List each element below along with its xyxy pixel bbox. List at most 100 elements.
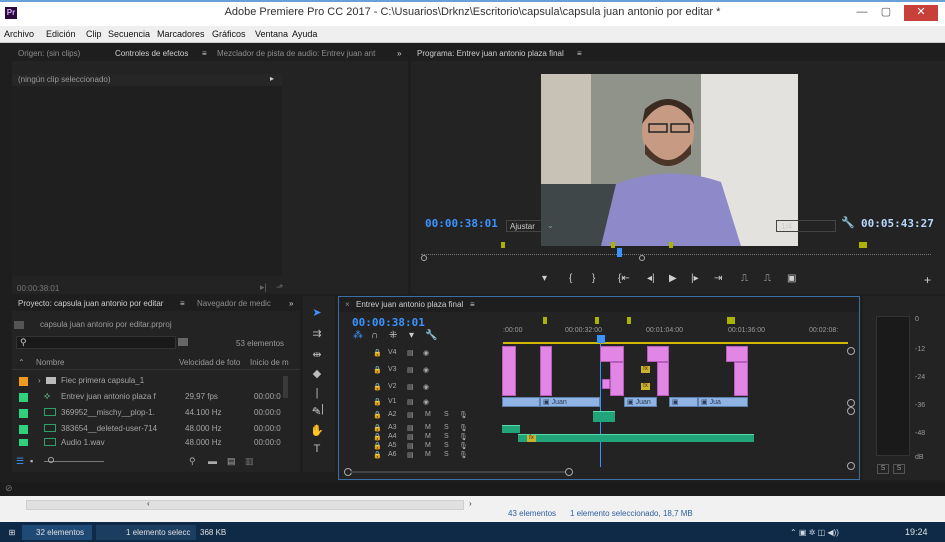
minimize-icon[interactable]: — bbox=[851, 5, 873, 21]
audio-clip[interactable] bbox=[518, 434, 754, 442]
timeline-menu-icon[interactable]: ≡ bbox=[470, 300, 475, 309]
eye-icon[interactable]: ◉ bbox=[423, 349, 429, 357]
eye-icon[interactable]: ◉ bbox=[423, 366, 429, 374]
new-bin-icon[interactable] bbox=[178, 338, 188, 346]
step-back-icon[interactable]: ◂| bbox=[647, 273, 655, 284]
audio-clip[interactable] bbox=[502, 425, 520, 433]
icon-view-icon[interactable]: ▪ bbox=[30, 456, 33, 466]
lock-icon[interactable]: 🔒 bbox=[373, 424, 382, 432]
video-clip[interactable] bbox=[657, 362, 669, 396]
menu-secuencia[interactable]: Secuencia bbox=[108, 29, 150, 39]
marker-icon[interactable]: ▾ bbox=[409, 330, 414, 341]
mic-icon[interactable]: 🎙 bbox=[459, 411, 468, 419]
h-scroll-handle-right[interactable] bbox=[565, 468, 573, 476]
project-search-input[interactable]: ⚲ bbox=[16, 336, 176, 349]
zoom-handle-right[interactable] bbox=[639, 255, 645, 261]
wrench-icon[interactable]: 🔧 bbox=[841, 216, 855, 229]
solo-right-button[interactable]: S bbox=[893, 464, 905, 474]
scroll-left-icon[interactable]: ‹ bbox=[147, 499, 150, 508]
video-clip[interactable] bbox=[540, 346, 552, 396]
mic-icon[interactable]: 🎙 bbox=[459, 442, 468, 450]
tab-origen[interactable]: Origen: (sin clips) bbox=[18, 49, 80, 58]
playhead[interactable] bbox=[617, 248, 622, 257]
selection-tool-icon[interactable]: ➤ bbox=[309, 305, 325, 321]
col-velocidad[interactable]: Velocidad de foto bbox=[179, 358, 240, 367]
mute-button[interactable]: M bbox=[425, 411, 431, 418]
razor-tool-icon[interactable]: ◆ bbox=[309, 366, 325, 382]
scroll-right-icon[interactable]: › bbox=[469, 499, 472, 508]
menu-edicion[interactable]: Edición bbox=[46, 29, 76, 39]
play-icon[interactable]: ▶ bbox=[669, 273, 677, 284]
sync-icon[interactable]: ▤ bbox=[407, 442, 414, 450]
v-scroll-handle[interactable] bbox=[847, 462, 855, 470]
windows-start-icon[interactable]: ⊞ bbox=[4, 525, 20, 540]
program-title[interactable]: Programa: Entrev juan antonio plaza fina… bbox=[417, 49, 564, 58]
solo-button[interactable]: S bbox=[444, 411, 449, 418]
video-clip-v1[interactable]: ▣ Jua bbox=[698, 397, 748, 407]
list-item[interactable]: Audio 1.wav 48.000 Hz 00:00:0 bbox=[16, 438, 288, 446]
find-icon[interactable]: ⚲ bbox=[189, 456, 196, 467]
taskbar-apps[interactable]: 1 elemento selecc bbox=[96, 525, 196, 540]
menu-graficos[interactable]: Gráficos bbox=[212, 29, 246, 39]
col-inicio[interactable]: Inicio de m bbox=[250, 358, 289, 367]
video-clip-v1[interactable]: ▣ Juan bbox=[540, 397, 600, 407]
linked-icon[interactable]: ⁜ bbox=[389, 330, 397, 341]
mark-out-icon[interactable]: } bbox=[592, 273, 595, 284]
lock-icon[interactable]: 🔒 bbox=[373, 411, 382, 419]
mic-icon[interactable]: 🎙 bbox=[459, 451, 468, 459]
solo-left-button[interactable]: S bbox=[877, 464, 889, 474]
eye-icon[interactable]: ◉ bbox=[423, 383, 429, 391]
type-tool-icon[interactable]: T bbox=[309, 441, 325, 457]
extract-icon[interactable]: ⎍ bbox=[764, 273, 771, 284]
lock-icon[interactable]: 🔒 bbox=[373, 398, 382, 406]
timeline-wrench-icon[interactable]: 🔧 bbox=[425, 330, 437, 341]
timeline-ruler[interactable]: :00:00 00:00:32:00 00:01:04:00 00:01:36:… bbox=[503, 312, 848, 344]
solo-button[interactable]: S bbox=[444, 424, 449, 431]
maximize-icon[interactable]: ▢ bbox=[875, 5, 897, 21]
tab-proyecto[interactable]: Proyecto: capsula juan antonio por edita… bbox=[18, 299, 163, 308]
track-header-v3[interactable]: 🔒 V3 ▤ ◉ bbox=[345, 365, 500, 376]
camera-icon[interactable]: ▣ bbox=[787, 273, 796, 284]
lock-icon[interactable]: 🔒 bbox=[373, 433, 382, 441]
slip-tool-icon[interactable]: |↔| bbox=[309, 385, 325, 415]
sync-icon[interactable]: ▤ bbox=[407, 411, 414, 419]
mute-button[interactable]: M bbox=[425, 433, 431, 440]
play-triangle-icon[interactable]: ▸ bbox=[270, 74, 274, 83]
timeline-close-icon[interactable]: × bbox=[345, 300, 350, 309]
tab-controles-efectos[interactable]: Controles de efectos bbox=[115, 49, 188, 58]
overflow-icon[interactable]: » bbox=[397, 49, 401, 58]
menu-clip[interactable]: Clip bbox=[86, 29, 102, 39]
expand-chevron-icon[interactable]: › bbox=[38, 376, 41, 385]
v-scroll-handle[interactable] bbox=[847, 347, 855, 355]
nest-icon[interactable]: ⁂ bbox=[353, 330, 363, 341]
sequence-marker[interactable] bbox=[627, 317, 631, 324]
sync-icon[interactable]: ▤ bbox=[407, 366, 414, 374]
sync-icon[interactable]: ▤ bbox=[407, 349, 414, 357]
timeline-title[interactable]: Entrev juan antonio plaza final bbox=[356, 300, 463, 309]
taskbar-folder[interactable]: 32 elementos bbox=[22, 525, 92, 540]
hand-tool-icon[interactable]: ✋ bbox=[309, 423, 325, 439]
video-clip[interactable] bbox=[610, 362, 624, 396]
pen-tool-icon[interactable]: ✎ bbox=[309, 404, 325, 420]
add-button-icon[interactable]: + bbox=[924, 273, 931, 287]
v-scroll-handle[interactable] bbox=[847, 407, 855, 415]
col-nombre[interactable]: Nombre bbox=[36, 358, 64, 367]
list-view-icon[interactable]: ☰ bbox=[16, 456, 24, 467]
lock-icon[interactable]: 🔒 bbox=[373, 349, 382, 357]
ripple-edit-icon[interactable]: ⇹ bbox=[309, 347, 325, 363]
menu-archivo[interactable]: Archivo bbox=[4, 29, 34, 39]
eye-icon[interactable]: ◉ bbox=[423, 398, 429, 406]
video-clip[interactable] bbox=[602, 379, 610, 389]
mute-button[interactable]: M bbox=[425, 424, 431, 431]
sync-icon[interactable]: ▤ bbox=[407, 383, 414, 391]
go-to-out-icon[interactable]: ⇥ bbox=[714, 273, 722, 284]
new-item-icon[interactable]: ▤ bbox=[227, 456, 236, 467]
close-icon[interactable]: ✕ bbox=[904, 5, 938, 21]
menu-ventana[interactable]: Ventana bbox=[255, 29, 288, 39]
mic-icon[interactable]: 🎙 bbox=[459, 424, 468, 432]
explorer-scrollbar[interactable]: ‹ › bbox=[26, 499, 472, 510]
sort-up-icon[interactable]: ⌃ bbox=[18, 358, 25, 367]
zoom-handle-left[interactable] bbox=[421, 255, 427, 261]
list-item[interactable]: ⯎ Entrev juan antonio plaza f 29,97 fps … bbox=[16, 390, 288, 405]
mark-in-icon[interactable]: { bbox=[569, 273, 572, 284]
